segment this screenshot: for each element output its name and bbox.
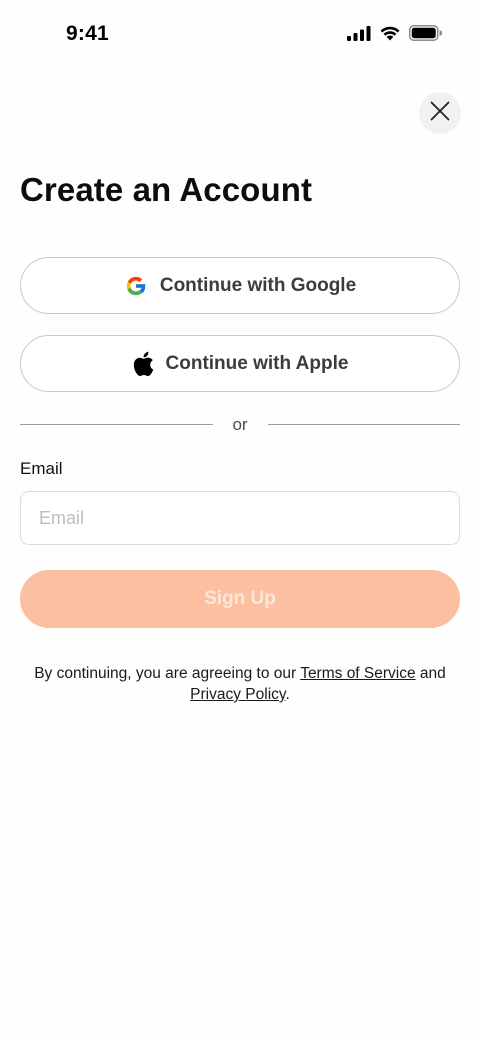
wifi-icon (379, 25, 401, 41)
legal-middle: and (415, 665, 446, 682)
close-button[interactable] (419, 92, 461, 134)
terms-of-service-link[interactable]: Terms of Service (300, 665, 415, 682)
email-field[interactable] (20, 491, 460, 545)
sign-up-button[interactable]: Sign Up (20, 570, 460, 628)
email-label: Email (20, 459, 63, 478)
legal-suffix: . (285, 686, 290, 703)
continue-with-google-button[interactable]: Continue with Google (20, 257, 460, 314)
continue-with-apple-button[interactable]: Continue with Apple (20, 335, 460, 392)
battery-icon (409, 25, 442, 41)
close-icon (430, 101, 450, 126)
legal-prefix: By continuing, you are agreeing to our (34, 665, 301, 682)
continue-with-apple-label: Continue with Apple (165, 352, 349, 374)
privacy-policy-link[interactable]: Privacy Policy (190, 686, 285, 703)
create-account-screen: 9:41 Create an Account Continue with Goo… (0, 0, 480, 1039)
divider-line-right (268, 424, 460, 425)
apple-logo-icon (132, 351, 154, 377)
status-time: 9:41 (66, 22, 109, 45)
legal-text: By continuing, you are agreeing to our T… (20, 663, 460, 705)
cellular-signal-icon (347, 25, 371, 41)
status-bar: 9:41 (0, 0, 480, 70)
or-divider: or (20, 412, 460, 438)
divider-text: or (232, 415, 248, 434)
page-title: Create an Account (20, 171, 313, 208)
google-logo-icon (124, 274, 148, 298)
continue-with-google-label: Continue with Google (159, 274, 357, 296)
status-icons (347, 25, 442, 41)
